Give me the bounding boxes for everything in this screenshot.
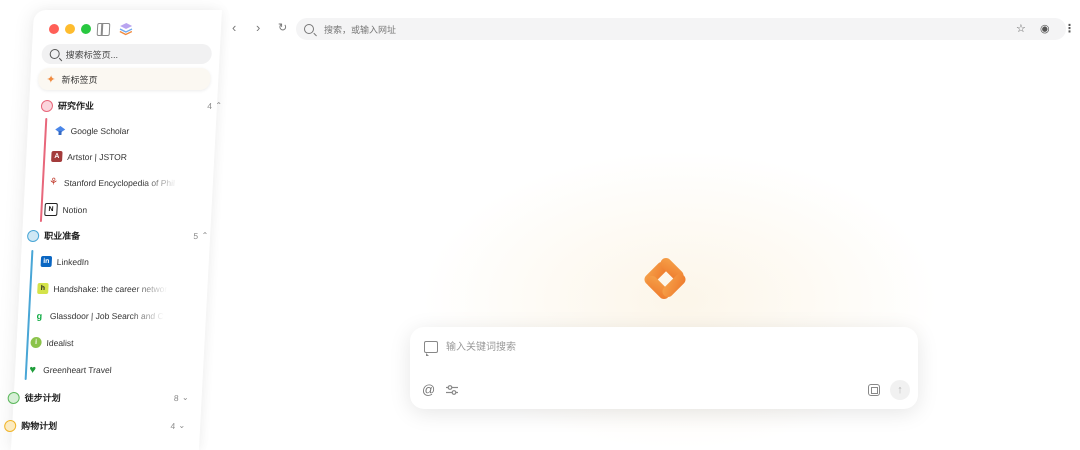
handshake-icon: h	[37, 283, 49, 294]
group-name: 研究作业	[57, 101, 95, 111]
tab-item[interactable]: i Idealist	[30, 337, 74, 348]
group-hiking-icon	[7, 391, 21, 404]
window-controls	[48, 24, 92, 34]
group-name: 购物计划	[20, 421, 58, 431]
group-shopping[interactable]: 购物计划 4 ⌄	[3, 419, 185, 432]
group-shopping-icon	[3, 419, 17, 432]
greenheart-icon: ♥	[29, 363, 37, 376]
tab-title: Notion	[62, 204, 88, 215]
sidebar: 搜索标签页... ✦ 新标签页 研究作业 4 ⌃ Google Scholar …	[3, 10, 222, 450]
tab-item[interactable]: h Handshake: the career networ	[37, 283, 168, 294]
glassdoor-icon: ɡ	[36, 310, 43, 321]
send-button[interactable]: ↑	[890, 380, 910, 400]
group-career-icon	[26, 229, 40, 242]
group-name: 职业准备	[43, 231, 81, 241]
tab-title: Google Scholar	[70, 125, 130, 136]
tab-item[interactable]: N Notion	[44, 203, 87, 216]
chevron-down-icon[interactable]: ⌄	[182, 393, 189, 402]
tab-search-placeholder: 搜索标签页...	[65, 49, 119, 60]
tab-item[interactable]: A Artstor | JSTOR	[51, 151, 127, 162]
idealist-icon: i	[30, 337, 42, 348]
group-count: 8	[173, 392, 179, 403]
group-research[interactable]: 研究作业 4 ⌃	[40, 99, 222, 112]
new-tab-button[interactable]: ✦ 新标签页	[37, 68, 211, 90]
keyword-search-input[interactable]	[444, 337, 888, 357]
close-window-button[interactable]	[48, 24, 60, 34]
chip-icon[interactable]	[868, 384, 880, 396]
tab-title: Glassdoor | Job Search and C	[49, 310, 164, 321]
sparkle-icon: ✦	[46, 73, 56, 86]
tab-item[interactable]: ♥ Greenheart Travel	[27, 363, 112, 376]
back-icon[interactable]: ‹	[232, 20, 236, 35]
tab-title: LinkedIn	[56, 256, 90, 267]
tab-title: Handshake: the career networ	[53, 283, 168, 294]
layers-icon[interactable]	[119, 22, 134, 36]
group-count: 4	[170, 420, 176, 431]
tab-title: Stanford Encyclopedia of Phil	[63, 177, 176, 188]
group-research-icon	[40, 99, 54, 112]
tab-item[interactable]: in LinkedIn	[40, 256, 90, 267]
address-placeholder: 搜索，或输入网址	[324, 24, 397, 35]
maximize-window-button[interactable]	[80, 24, 92, 34]
sidebar-toggle-icon[interactable]	[96, 23, 111, 36]
tab-item[interactable]: ⚘ Stanford Encyclopedia of Phil	[48, 177, 179, 188]
tab-search-input[interactable]: 搜索标签页...	[41, 44, 213, 64]
group-career-rail	[24, 250, 34, 380]
notion-icon: N	[44, 203, 58, 216]
chevron-up-icon[interactable]: ⌃	[201, 231, 208, 240]
sliders-icon[interactable]	[446, 385, 458, 395]
reload-icon[interactable]: ↻	[278, 21, 287, 34]
group-name: 徒步计划	[24, 393, 61, 403]
app-logo	[644, 257, 686, 300]
chevron-up-icon[interactable]: ⌃	[215, 101, 222, 110]
search-prompt-box: @ ↑	[410, 327, 918, 409]
group-hiking[interactable]: 徒步计划 8 ⌄	[7, 391, 189, 404]
minimize-window-button[interactable]	[64, 24, 76, 34]
group-count: 4	[207, 100, 213, 111]
forward-icon[interactable]: ›	[256, 20, 260, 35]
chevron-down-icon[interactable]: ⌄	[178, 421, 185, 430]
chat-icon	[424, 341, 438, 356]
scholar-icon	[54, 125, 66, 136]
address-bar[interactable]: 搜索，或输入网址	[296, 18, 1066, 40]
mention-icon[interactable]: @	[422, 382, 435, 397]
tab-title: Idealist	[46, 337, 74, 348]
more-menu-icon[interactable]: ⋮	[1064, 22, 1075, 35]
search-icon	[304, 24, 314, 34]
bookmark-star-icon[interactable]: ☆	[1016, 22, 1026, 35]
search-icon	[49, 49, 60, 59]
tab-title: Greenheart Travel	[42, 364, 112, 375]
tab-item[interactable]: Google Scholar	[54, 125, 130, 136]
stanford-icon: ⚘	[48, 177, 59, 188]
browser-toolbar: ‹ › ↻ 搜索，或输入网址 ☆ ◉ ⋮	[226, 16, 1080, 42]
linkedin-icon: in	[40, 256, 53, 267]
tab-item[interactable]: ɡ Glassdoor | Job Search and C	[34, 310, 165, 321]
group-count: 5	[193, 230, 199, 241]
artstor-icon: A	[51, 151, 63, 162]
new-tab-label: 新标签页	[61, 74, 98, 85]
group-career[interactable]: 职业准备 5 ⌃	[26, 229, 208, 242]
tab-title: Artstor | JSTOR	[67, 151, 128, 162]
profile-icon[interactable]: ◉	[1040, 22, 1050, 35]
